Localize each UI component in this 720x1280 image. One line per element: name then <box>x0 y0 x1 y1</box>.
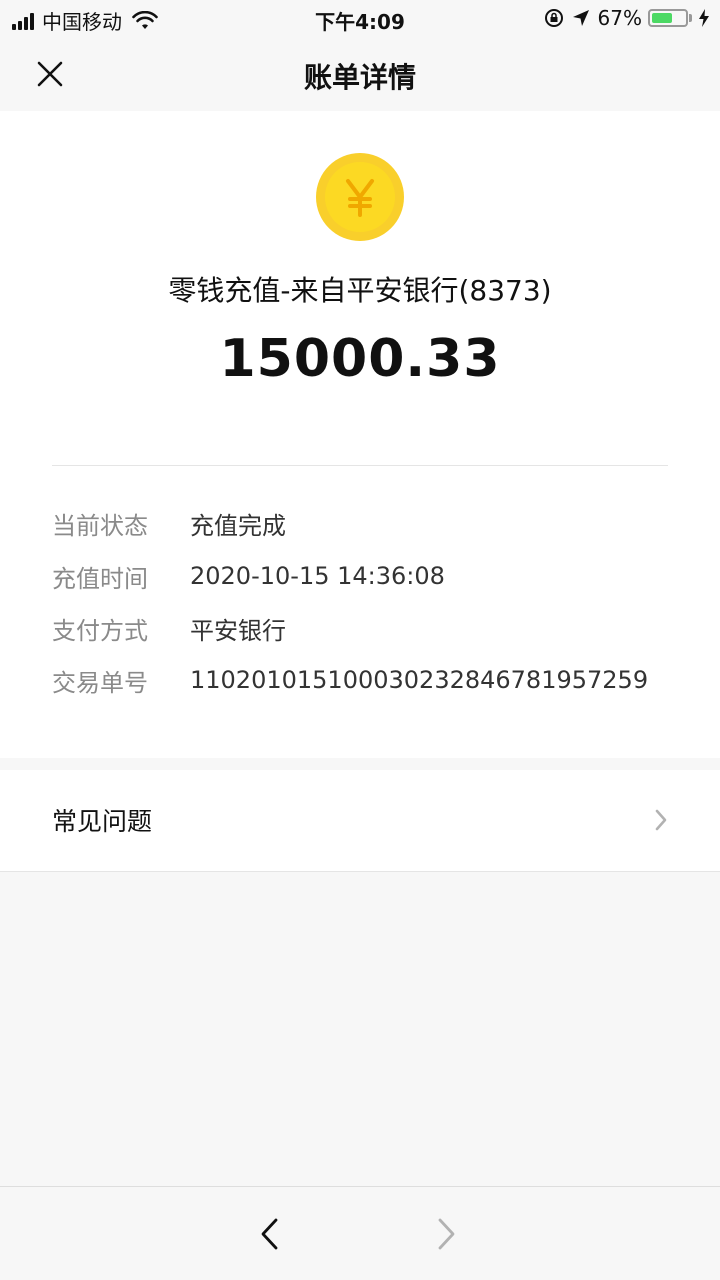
detail-row-transaction-id: 交易单号 110201015100030232846781957259 <box>52 660 668 700</box>
detail-label: 当前状态 <box>52 511 148 540</box>
battery-percent: 67% <box>597 6 642 30</box>
rotation-lock-icon <box>544 9 563 27</box>
detail-row-time: 充值时间 2020-10-15 14:36:08 <box>52 556 668 596</box>
bill-amount: 15000.33 <box>219 329 501 389</box>
detail-label: 支付方式 <box>52 616 148 645</box>
status-bar: 中国移动 下午4:09 67% <box>0 0 720 36</box>
detail-row-status: 当前状态 充值完成 <box>52 503 668 543</box>
battery-cap <box>689 14 692 22</box>
chevron-left-icon <box>261 1218 278 1250</box>
battery-fill <box>652 13 673 23</box>
status-bar-right: 67% <box>544 6 710 30</box>
yuan-coin-icon <box>316 153 404 241</box>
divider <box>52 465 668 466</box>
bill-card: 零钱充值-来自平安银行(8373) 15000.33 当前状态 充值完成 充值时… <box>0 111 720 758</box>
back-button[interactable] <box>258 1217 280 1255</box>
chevron-right-icon <box>438 1218 455 1250</box>
page-title: 账单详情 <box>303 61 416 94</box>
nav-bar: 账单详情 <box>0 36 720 111</box>
detail-label: 交易单号 <box>52 668 148 697</box>
detail-value: 2020-10-15 14:36:08 <box>190 562 445 590</box>
detail-value: 平安银行 <box>190 616 286 645</box>
detail-label: 充值时间 <box>52 564 148 593</box>
battery-icon <box>648 9 688 27</box>
bottom-nav-bar <box>0 1186 720 1280</box>
forward-button[interactable] <box>436 1217 458 1255</box>
detail-value[interactable]: 110201015100030232846781957259 <box>190 666 648 694</box>
detail-value: 充值完成 <box>190 511 286 540</box>
detail-row-payment-method: 支付方式 平安银行 <box>52 608 668 648</box>
bill-title: 零钱充值-来自平安银行(8373) <box>168 274 552 307</box>
location-icon <box>572 10 589 26</box>
faq-label: 常见问题 <box>52 807 153 836</box>
chevron-right-icon <box>655 809 667 831</box>
charging-bolt-icon <box>699 9 709 27</box>
faq-row[interactable]: 常见问题 <box>0 770 720 872</box>
